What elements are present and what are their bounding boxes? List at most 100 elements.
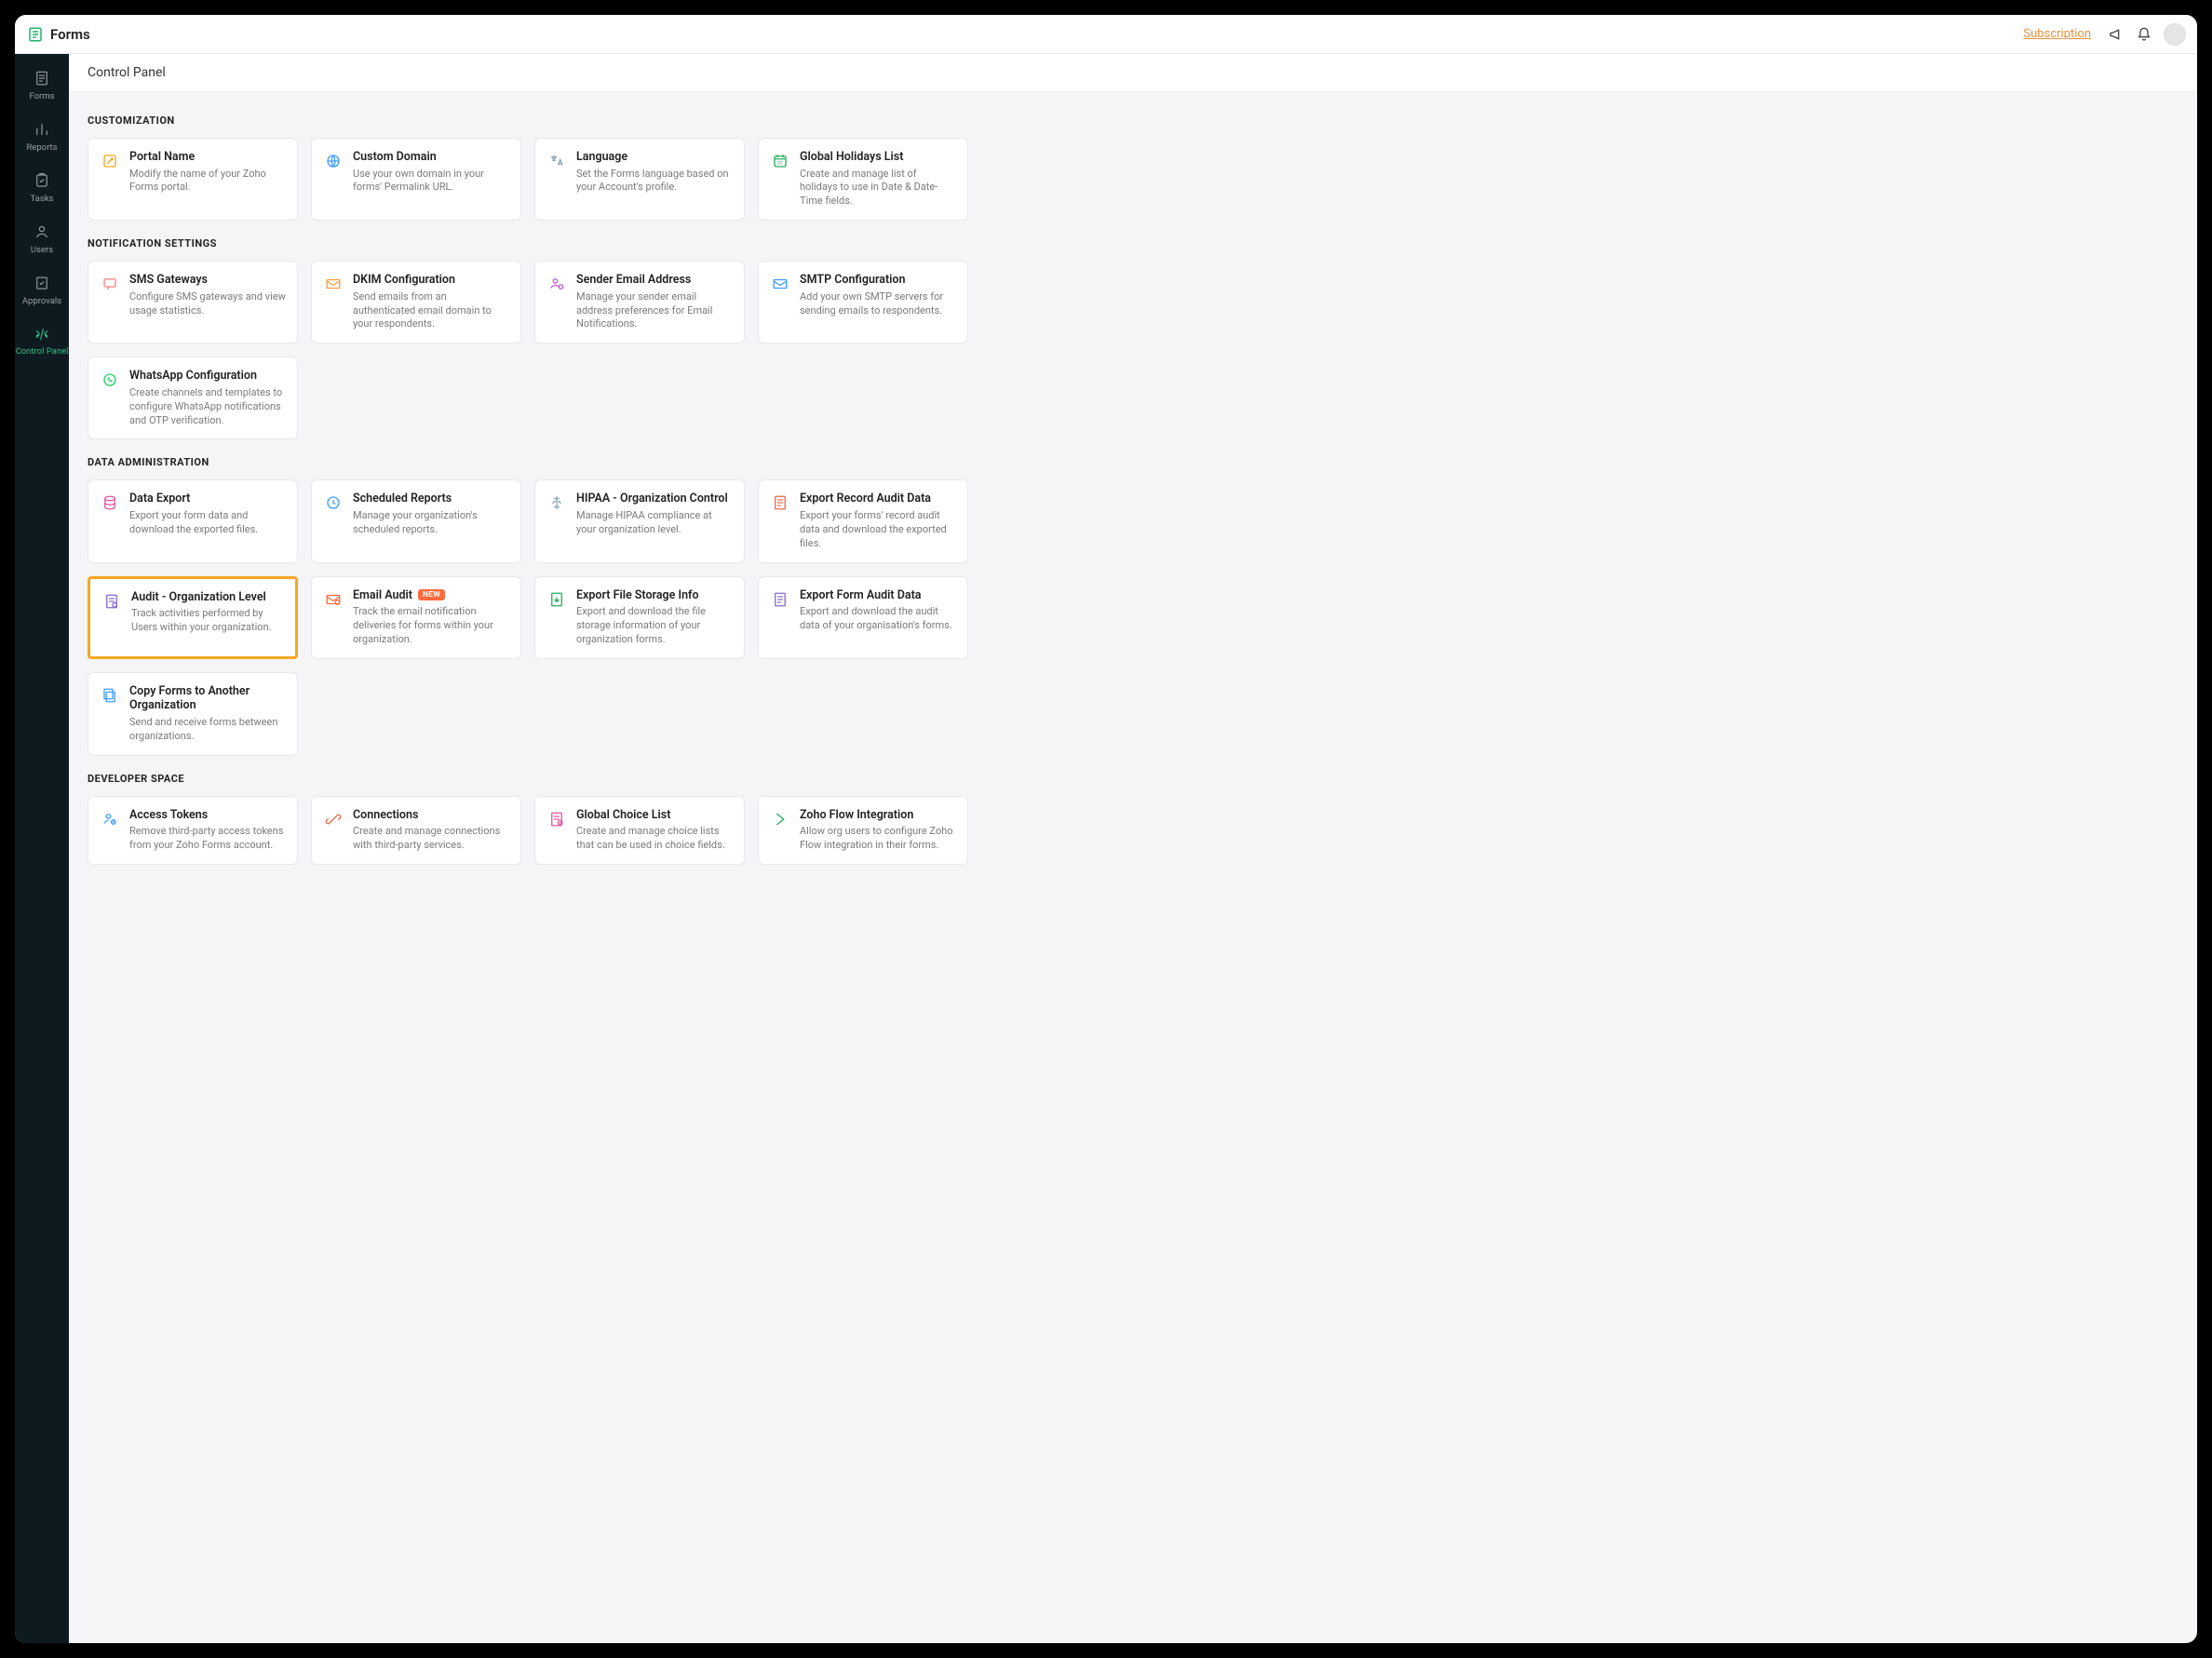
sidebar-item-label: Approvals (22, 296, 61, 306)
card-email-audit[interactable]: Email AuditNEWTrack the email notificati… (311, 576, 521, 659)
card-title-row: Global Holidays List (800, 150, 956, 165)
app-window: Forms Subscription Forms Reports Tasks (15, 15, 2197, 1643)
card-title-row: Scheduled Reports (353, 492, 509, 506)
email-audit-icon (323, 589, 344, 610)
card-portal-name[interactable]: Portal NameModify the name of your Zoho … (88, 138, 298, 221)
card-title: Sender Email Address (576, 273, 691, 288)
card-title-row: Portal Name (129, 150, 286, 165)
card-audit-org[interactable]: Audit - Organization LevelTrack activiti… (88, 576, 298, 659)
announce-icon[interactable] (2106, 24, 2126, 45)
card-title-row: Export Form Audit Data (800, 588, 956, 603)
card-access-tokens[interactable]: Access TokensRemove third-party access t… (88, 796, 298, 865)
card-desc: Send and receive forms between organizat… (129, 716, 286, 744)
hipaa-icon (546, 492, 567, 513)
subscription-link[interactable]: Subscription (2023, 27, 2091, 41)
card-title-row: Language (576, 150, 733, 165)
card-title: WhatsApp Configuration (129, 369, 257, 384)
card-title: Portal Name (129, 150, 195, 165)
card-whatsapp[interactable]: WhatsApp Configuration Create channels an… (88, 357, 298, 439)
card-sender-email[interactable]: Sender Email Address Manage your sender e… (534, 261, 745, 344)
card-global-choice-list[interactable]: Global Choice ListCreate and manage choi… (534, 796, 745, 865)
custom-domain-icon (323, 151, 344, 171)
section-title: DATA ADMINISTRATION (88, 456, 2178, 468)
card-body: Scheduled ReportsManage your organizatio… (353, 492, 509, 550)
export-file-storage-icon (546, 589, 567, 610)
sidebar-item-forms[interactable]: Forms (15, 60, 69, 111)
card-title-row: Copy Forms to Another Organization (129, 684, 286, 713)
card-title: SMTP Configuration (800, 273, 905, 288)
card-body: ConnectionsCreate and manage connections… (353, 808, 509, 853)
new-badge: NEW (418, 589, 445, 600)
scheduled-reports-icon (323, 492, 344, 513)
card-title: Global Holidays List (800, 150, 903, 165)
card-body: Zoho Flow IntegrationAllow org users to … (800, 808, 956, 853)
card-title: Zoho Flow Integration (800, 808, 913, 823)
section-title: DEVELOPER SPACE (88, 773, 2178, 785)
control-panel-icon (33, 325, 51, 344)
sidebar-item-users[interactable]: Users (15, 213, 69, 264)
card-copy-forms[interactable]: Copy Forms to Another Organization Send a… (88, 672, 298, 756)
card-body: Global Choice ListCreate and manage choi… (576, 808, 733, 853)
card-title: Export Record Audit Data (800, 492, 931, 506)
sidebar-item-reports[interactable]: Reports (15, 111, 69, 162)
card-grid: Access TokensRemove third-party access t… (88, 796, 2178, 865)
card-body: WhatsApp Configuration Create channels an… (129, 369, 286, 427)
sms-gateways-icon (100, 274, 120, 294)
card-desc: Export and download the file storage inf… (576, 605, 733, 647)
card-desc: Export and download the audit data of yo… (800, 605, 956, 633)
card-zoho-flow[interactable]: Zoho Flow IntegrationAllow org users to … (758, 796, 968, 865)
card-custom-domain[interactable]: Custom DomainUse your own domain in your… (311, 138, 521, 221)
card-title-row: Email Audit NEW (353, 588, 509, 603)
card-title-row: Data Export (129, 492, 286, 506)
section-title: CUSTOMIZATION (88, 115, 2178, 127)
card-title-row: DKIM Configuration (353, 273, 509, 288)
card-export-file-storage[interactable]: Export File Storage InfoExport and downl… (534, 576, 745, 659)
card-desc: Add your own SMTP servers for sending em… (800, 290, 956, 318)
sidebar-item-label: Users (31, 245, 53, 255)
sidebar-item-label: Reports (26, 142, 57, 153)
card-hipaa[interactable]: HIPAA - Organization ControlManage HIPAA… (534, 479, 745, 562)
card-body: Copy Forms to Another Organization Send a… (129, 684, 286, 744)
card-sms-gateways[interactable]: SMS GatewaysConfigure SMS gateways and v… (88, 261, 298, 344)
card-smtp[interactable]: SMTP Configuration Add your own SMTP serv… (758, 261, 968, 344)
card-body: SMTP Configuration Add your own SMTP serv… (800, 273, 956, 331)
sidebar-item-control-panel[interactable]: Control Panel (15, 316, 69, 366)
card-title-row: Connections (353, 808, 509, 823)
card-title: Email Audit (353, 588, 412, 603)
card-grid: Portal NameModify the name of your Zoho … (88, 138, 2178, 221)
card-body: Data ExportExport your form data and dow… (129, 492, 286, 550)
card-body: Custom DomainUse your own domain in your… (353, 150, 509, 209)
card-desc: Remove third-party access tokens from yo… (129, 825, 286, 853)
sidebar-item-approvals[interactable]: Approvals (15, 264, 69, 316)
card-body: LanguageSet the Forms language based on … (576, 150, 733, 209)
card-desc: Create channels and templates to configu… (129, 386, 286, 428)
card-scheduled-reports[interactable]: Scheduled ReportsManage your organizatio… (311, 479, 521, 562)
card-data-export[interactable]: Data ExportExport your form data and dow… (88, 479, 298, 562)
card-desc: Send emails from an authenticated email … (353, 290, 509, 332)
forms-icon (33, 69, 51, 88)
card-global-holidays[interactable]: 31Global Holidays ListCreate and manage … (758, 138, 968, 221)
users-icon (33, 222, 51, 241)
content: CUSTOMIZATION Portal NameModify the name … (69, 92, 2197, 893)
card-title-row: HIPAA - Organization Control (576, 492, 733, 506)
approvals-icon (33, 274, 51, 292)
card-language[interactable]: LanguageSet the Forms language based on … (534, 138, 745, 221)
sidebar-item-tasks[interactable]: Tasks (15, 162, 69, 213)
card-body: Global Holidays ListCreate and manage li… (800, 150, 956, 209)
avatar[interactable] (2164, 23, 2186, 46)
sidebar: Forms Reports Tasks Users Approvals Cont… (15, 54, 69, 1643)
card-desc: Manage your sender email address prefere… (576, 290, 733, 332)
dkim-icon (323, 274, 344, 294)
card-title: Audit - Organization Level (131, 590, 266, 605)
card-title-row: Custom Domain (353, 150, 509, 165)
card-title-row: WhatsApp Configuration (129, 369, 286, 384)
card-export-form-audit[interactable]: Export Form Audit Data Export and downloa… (758, 576, 968, 659)
card-body: Access TokensRemove third-party access t… (129, 808, 286, 853)
card-export-record-audit[interactable]: Export Record Audit DataExport your form… (758, 479, 968, 562)
card-connections[interactable]: ConnectionsCreate and manage connections… (311, 796, 521, 865)
card-title-row: SMTP Configuration (800, 273, 956, 288)
bell-icon[interactable] (2134, 24, 2154, 45)
card-dkim[interactable]: DKIM Configuration Send emails from an au… (311, 261, 521, 344)
app-title: Forms (50, 26, 90, 43)
card-body: Email AuditNEWTrack the email notificati… (353, 588, 509, 647)
